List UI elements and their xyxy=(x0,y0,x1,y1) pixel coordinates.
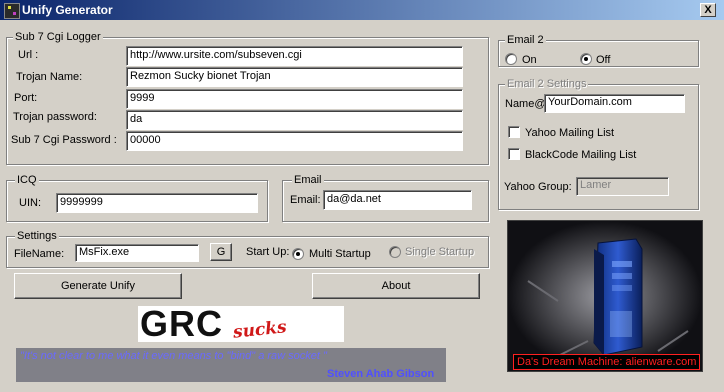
alienware-ad[interactable]: Da's Dream Machine: alienware.com xyxy=(507,220,703,372)
ad-caption: Da's Dream Machine: alienware.com xyxy=(513,354,701,370)
grc-sucks-logo: GRC sucks xyxy=(138,303,344,344)
uin-input[interactable]: 9999999 xyxy=(56,193,258,213)
port-label: Port: xyxy=(14,92,38,104)
email-label: Email: xyxy=(290,194,321,206)
name-at-label: Name@ xyxy=(505,98,546,110)
blackcode-mailing-list-checkbox[interactable] xyxy=(508,148,520,160)
settings-legend: Settings xyxy=(15,230,59,242)
title-bar: Unify Generator X xyxy=(0,0,724,20)
email2-settings-legend: Email 2 Settings xyxy=(505,78,589,91)
email2-legend: Email 2 xyxy=(505,34,546,46)
logo-sub-text: sucks xyxy=(232,317,288,343)
url-input[interactable]: http://www.ursite.com/subseven.cgi xyxy=(126,46,463,66)
alienware-tower-icon xyxy=(508,221,702,371)
email-input[interactable]: da@da.net xyxy=(323,190,472,210)
icq-legend: ICQ xyxy=(15,174,39,186)
about-button[interactable]: About xyxy=(312,273,480,299)
multi-startup-label[interactable]: Multi Startup xyxy=(309,248,371,261)
port-input[interactable]: 9999 xyxy=(126,89,463,109)
email2-off-label[interactable]: Off xyxy=(596,54,610,67)
yahoo-mailing-list-checkbox[interactable] xyxy=(508,126,520,138)
email2-on-radio[interactable] xyxy=(505,53,517,65)
g-button[interactable]: G xyxy=(210,243,232,261)
uin-label: UIN: xyxy=(19,197,41,209)
yahoo-group-label: Yahoo Group: xyxy=(504,181,572,193)
email-legend: Email xyxy=(292,174,324,186)
generate-unify-button[interactable]: Generate Unify xyxy=(14,273,182,299)
blackcode-mailing-list-label[interactable]: BlackCode Mailing List xyxy=(525,149,636,162)
domain-input[interactable]: YourDomain.com xyxy=(544,94,685,113)
cgi-password-input[interactable]: 00000 xyxy=(126,131,463,151)
yahoo-group-input[interactable]: Lamer xyxy=(576,177,669,196)
single-startup-label[interactable]: Single Startup xyxy=(405,246,474,259)
multi-startup-radio[interactable] xyxy=(292,248,304,260)
startup-label: Start Up: xyxy=(246,246,290,258)
trojan-password-label: Trojan password: xyxy=(13,111,97,123)
trojan-name-input[interactable]: Rezmon Sucky bionet Trojan xyxy=(126,67,463,87)
email2-on-label[interactable]: On xyxy=(522,54,537,67)
close-button[interactable]: X xyxy=(700,3,716,17)
email2-off-radio[interactable] xyxy=(580,53,592,65)
trojan-name-label: Trojan Name: xyxy=(16,71,83,83)
window-title: Unify Generator xyxy=(22,3,113,17)
filename-input[interactable]: MsFix.exe xyxy=(75,244,199,262)
cgi-password-label: Sub 7 Cgi Password : xyxy=(11,134,117,146)
url-label: Url : xyxy=(18,49,39,61)
close-icon: X xyxy=(704,4,712,16)
sub7-legend: Sub 7 Cgi Logger xyxy=(13,31,103,43)
quote-box: "It's not clear to me what it even means… xyxy=(16,348,446,382)
single-startup-radio[interactable] xyxy=(389,246,401,258)
trojan-password-input[interactable]: da xyxy=(126,110,463,130)
app-icon[interactable] xyxy=(4,3,20,19)
quote-text: "It's not clear to me what it even means… xyxy=(20,350,327,362)
filename-label: FileName: xyxy=(14,248,65,260)
quote-author: Steven Ahab Gibson xyxy=(327,368,435,380)
logo-main-text: GRC xyxy=(140,303,223,344)
yahoo-mailing-list-label[interactable]: Yahoo Mailing List xyxy=(525,127,614,140)
